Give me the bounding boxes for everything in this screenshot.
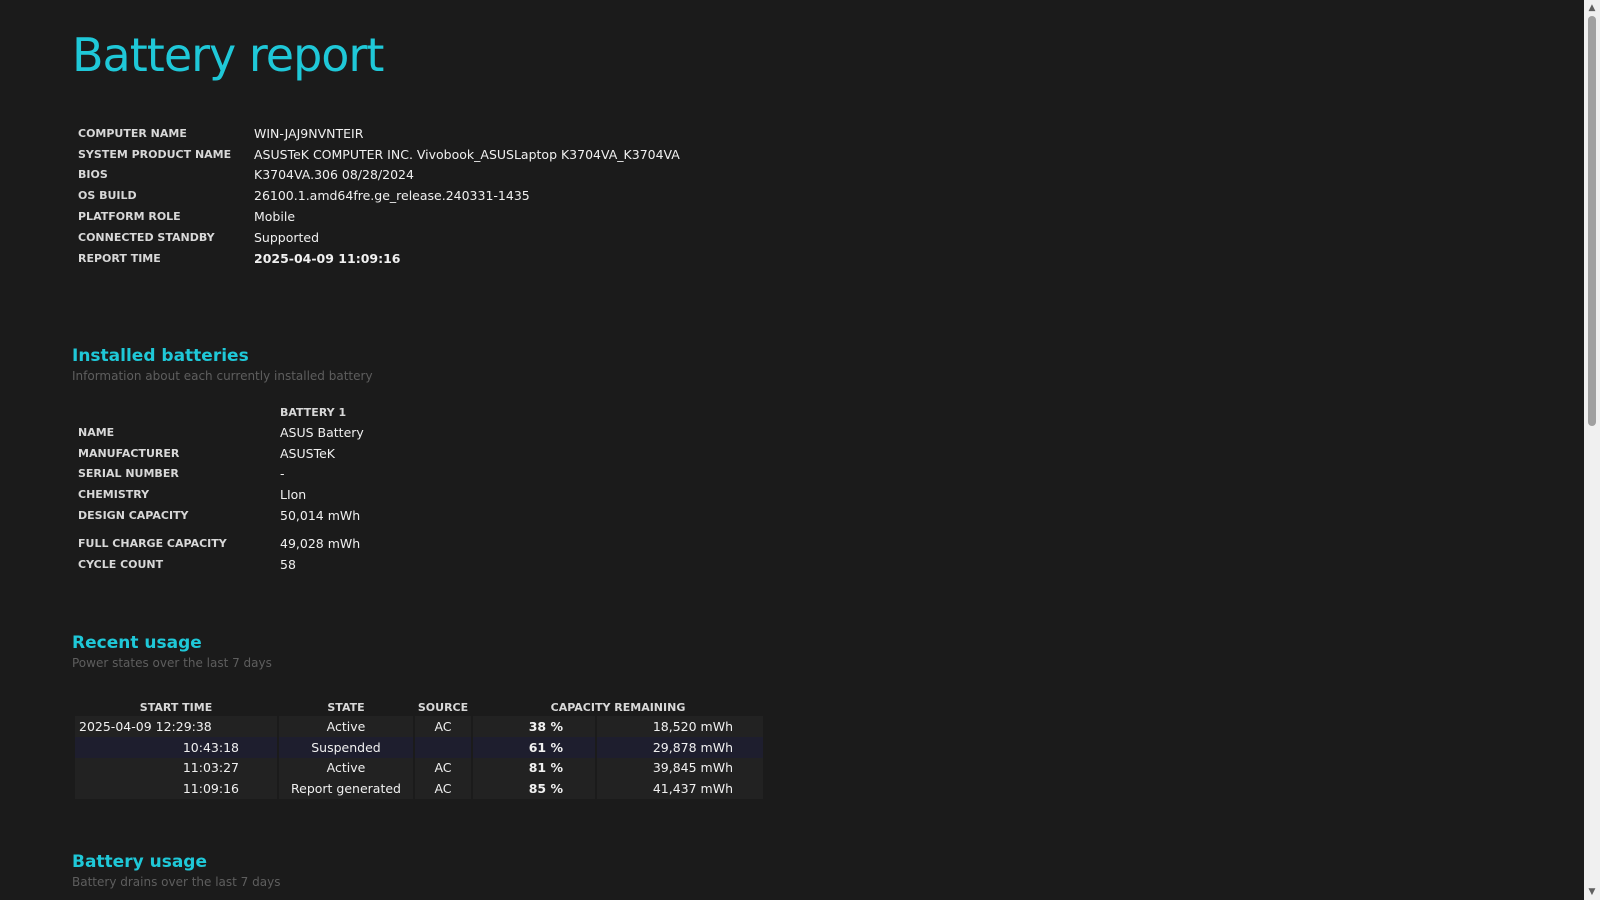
capacity-percent-cell: 81 % — [473, 757, 595, 779]
battery-value: LIon — [280, 487, 307, 503]
source-cell — [415, 736, 471, 758]
page-title: Battery report — [72, 28, 384, 82]
battery-column-header: BATTERY 1 — [280, 406, 347, 419]
battery-usage-title: Battery usage — [72, 852, 207, 872]
battery-row: FULL CHARGE CAPACITY 49,028 mWh — [78, 533, 364, 554]
capacity-remaining-header: CAPACITY REMAINING — [550, 700, 686, 714]
battery-value: - — [280, 466, 285, 482]
report-page: Battery report COMPUTER NAME WIN-JAJ9NVN… — [0, 0, 1584, 900]
start-time-cell: 11:03:27 — [75, 757, 277, 779]
battery-usage-subtitle: Battery drains over the last 7 days — [72, 875, 281, 889]
battery-value: 49,028 mWh — [280, 535, 361, 551]
system-info-value: ASUSTeK COMPUTER INC. Vivobook_ASUSLapto… — [254, 146, 680, 162]
system-info-value: Mobile — [254, 209, 296, 225]
capacity-mwh-cell: 29,878 mWh — [597, 736, 763, 758]
battery-row: SERIAL NUMBER - — [78, 464, 364, 485]
capacity-percent-cell: 85 % — [473, 778, 595, 800]
state-cell: Suspended — [279, 736, 413, 758]
start-time-header: START TIME — [139, 700, 213, 714]
system-info-row: COMPUTER NAME WIN-JAJ9NVNTEIR — [78, 123, 680, 144]
recent-usage-title: Recent usage — [72, 633, 202, 653]
battery-key: FULL CHARGE CAPACITY — [78, 536, 227, 550]
system-info-row: REPORT TIME 2025-04-09 11:09:16 — [78, 248, 680, 269]
report-time-value: 2025-04-09 11:09:16 — [254, 250, 401, 266]
source-cell: AC — [415, 757, 471, 779]
system-info-key: REPORT TIME — [78, 251, 161, 265]
table-row: 2025-04-09 12:29:38 Active AC 38 % 18,52… — [75, 716, 763, 737]
battery-key: DESIGN CAPACITY — [78, 509, 189, 523]
installed-batteries-table: BATTERY 1 NAME ASUS Battery MANUFACTURER… — [78, 406, 364, 575]
state-cell: Active — [279, 757, 413, 779]
system-info-key: PLATFORM ROLE — [78, 210, 181, 224]
system-info-row: SYSTEM PRODUCT NAME ASUSTeK COMPUTER INC… — [78, 144, 680, 165]
system-info-row: PLATFORM ROLE Mobile — [78, 206, 680, 227]
battery-row: DESIGN CAPACITY 50,014 mWh — [78, 505, 364, 526]
system-info-value: WIN-JAJ9NVNTEIR — [254, 125, 364, 141]
battery-key: MANUFACTURER — [78, 446, 180, 460]
system-info-row: BIOS K3704VA.306 08/28/2024 — [78, 165, 680, 186]
installed-batteries-subtitle: Information about each currently install… — [72, 369, 373, 383]
table-row: 10:43:18 Suspended 61 % 29,878 mWh — [75, 736, 763, 758]
battery-key: CHEMISTRY — [78, 488, 150, 502]
start-time-cell: 10:43:18 — [75, 736, 277, 758]
capacity-percent-cell: 61 % — [473, 736, 595, 758]
recent-usage-subtitle: Power states over the last 7 days — [72, 656, 272, 670]
system-info-row: OS BUILD 26100.1.amd64fre.ge_release.240… — [78, 185, 680, 206]
start-time-cell: 11:09:16 — [75, 778, 277, 800]
system-info-key: BIOS — [78, 168, 108, 182]
state-cell: Report generated — [279, 778, 413, 800]
capacity-percent-cell: 38 % — [473, 716, 595, 737]
source-cell: AC — [415, 778, 471, 800]
battery-value: ASUS Battery — [280, 424, 364, 440]
capacity-mwh-cell: 41,437 mWh — [597, 778, 763, 800]
state-header: STATE — [327, 700, 365, 714]
scroll-up-icon[interactable]: ▲ — [1584, 0, 1600, 16]
start-time-cell: 2025-04-09 12:29:38 — [75, 716, 277, 737]
table-row: 11:09:16 Report generated AC 85 % 41,437… — [75, 778, 763, 800]
system-info-key: OS BUILD — [78, 189, 137, 203]
scrollbar-thumb[interactable] — [1588, 16, 1596, 426]
battery-value: ASUSTeK — [280, 445, 335, 461]
capacity-mwh-cell: 18,520 mWh — [597, 716, 763, 737]
battery-value: 58 — [280, 556, 296, 572]
battery-key: CYCLE COUNT — [78, 557, 164, 571]
system-info-key: SYSTEM PRODUCT NAME — [78, 147, 232, 161]
system-info-key: COMPUTER NAME — [78, 126, 187, 140]
battery-row: MANUFACTURER ASUSTeK — [78, 443, 364, 464]
system-info-value: K3704VA.306 08/28/2024 — [254, 167, 414, 183]
table-header-row: START TIME STATE SOURCE CAPACITY REMAINI… — [75, 698, 763, 716]
capacity-mwh-cell: 39,845 mWh — [597, 757, 763, 779]
system-info-value: Supported — [254, 229, 320, 245]
system-info-key: CONNECTED STANDBY — [78, 230, 215, 244]
battery-row: CHEMISTRY LIon — [78, 484, 364, 505]
system-info: COMPUTER NAME WIN-JAJ9NVNTEIR SYSTEM PRO… — [78, 123, 680, 269]
battery-value: 50,014 mWh — [280, 508, 361, 524]
battery-key: NAME — [78, 425, 115, 439]
system-info-row: CONNECTED STANDBY Supported — [78, 227, 680, 248]
vertical-scrollbar[interactable]: ▲ ▼ — [1584, 0, 1600, 900]
recent-usage-table: START TIME STATE SOURCE CAPACITY REMAINI… — [73, 698, 765, 800]
battery-row: CYCLE COUNT 58 — [78, 554, 364, 575]
source-cell: AC — [415, 716, 471, 737]
source-header: SOURCE — [417, 700, 469, 714]
table-row: 11:03:27 Active AC 81 % 39,845 mWh — [75, 757, 763, 779]
installed-batteries-title: Installed batteries — [72, 346, 249, 366]
battery-key: SERIAL NUMBER — [78, 467, 179, 481]
state-cell: Active — [279, 716, 413, 737]
system-info-value: 26100.1.amd64fre.ge_release.240331-1435 — [254, 188, 530, 204]
battery-row: NAME ASUS Battery — [78, 422, 364, 443]
scroll-down-icon[interactable]: ▼ — [1584, 884, 1600, 900]
